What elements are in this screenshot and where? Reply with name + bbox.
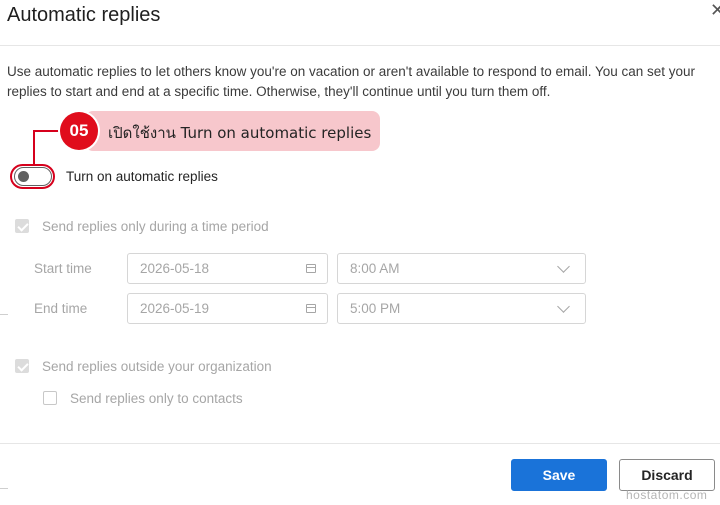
edge-mark bbox=[0, 314, 8, 315]
start-date-field[interactable]: 2026-05-18 bbox=[127, 253, 328, 284]
dialog-description: Use automatic replies to let others know… bbox=[7, 64, 696, 99]
outside-org-checkbox[interactable] bbox=[15, 359, 29, 373]
header-divider bbox=[0, 45, 720, 46]
end-date-field[interactable]: 2026-05-19 bbox=[127, 293, 328, 324]
footer-divider bbox=[0, 443, 720, 444]
start-time-value: 8:00 AM bbox=[350, 261, 400, 276]
callout-step-badge: 05 bbox=[60, 112, 98, 150]
edge-mark bbox=[0, 488, 8, 489]
time-period-checkbox[interactable] bbox=[15, 219, 29, 233]
time-period-label: Send replies only during a time period bbox=[42, 219, 269, 234]
calendar-icon bbox=[306, 264, 316, 273]
end-date-value: 2026-05-19 bbox=[140, 301, 210, 316]
close-icon[interactable]: ✕ bbox=[710, 0, 720, 21]
outside-org-label: Send replies outside your organization bbox=[42, 359, 272, 374]
calendar-icon bbox=[306, 304, 316, 313]
watermark: hostatom.com bbox=[626, 488, 708, 502]
contacts-only-checkbox[interactable] bbox=[43, 391, 57, 405]
save-button[interactable]: Save bbox=[511, 459, 607, 491]
toggle-knob bbox=[18, 171, 29, 182]
dialog-title: Automatic replies bbox=[7, 4, 161, 26]
end-time-select[interactable]: 5:00 PM bbox=[337, 293, 586, 324]
chevron-down-icon bbox=[557, 260, 570, 273]
discard-button[interactable]: Discard bbox=[619, 459, 715, 491]
contacts-only-label: Send replies only to contacts bbox=[70, 391, 243, 406]
callout-text: เปิดใช้งาน Turn on automatic replies bbox=[108, 124, 372, 142]
callout-connector-vertical bbox=[33, 130, 35, 164]
start-time-select[interactable]: 8:00 AM bbox=[337, 253, 586, 284]
automatic-replies-toggle[interactable] bbox=[14, 167, 52, 186]
start-date-value: 2026-05-18 bbox=[140, 261, 210, 276]
start-time-label: Start time bbox=[34, 261, 92, 276]
chevron-down-icon bbox=[557, 300, 570, 313]
end-time-value: 5:00 PM bbox=[350, 301, 401, 316]
toggle-label: Turn on automatic replies bbox=[66, 169, 218, 184]
end-time-label: End time bbox=[34, 301, 88, 316]
